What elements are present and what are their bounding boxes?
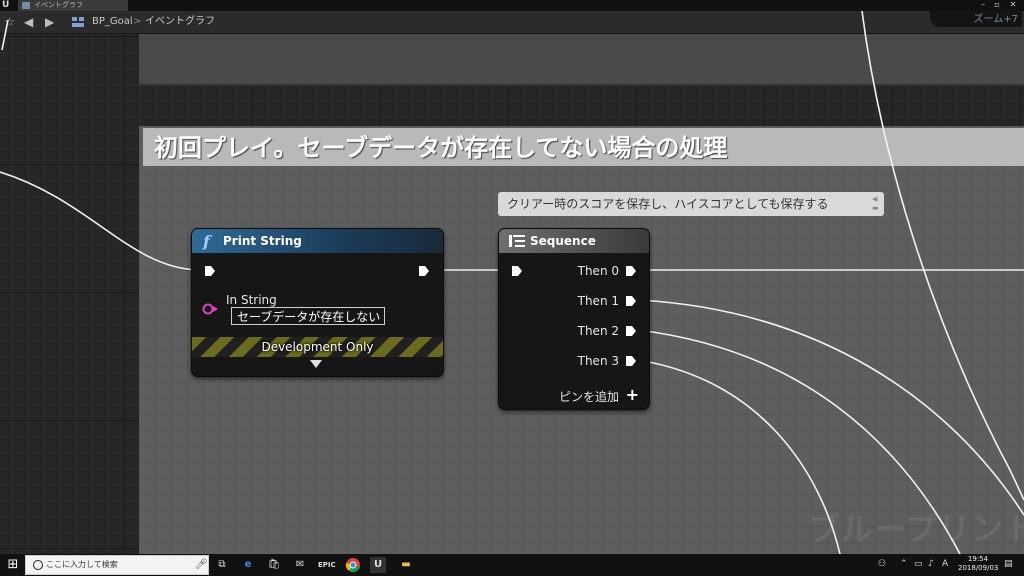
sequence-title: Sequence <box>530 234 596 248</box>
exec-wire-incoming <box>0 171 199 271</box>
in-string-input[interactable]: セーブデータが存在しない <box>231 307 385 325</box>
store-icon[interactable]: 🛍︎ <box>266 557 282 573</box>
then-0-label: Then 0 <box>577 264 619 278</box>
function-icon: f <box>203 232 210 251</box>
add-pin-label[interactable]: ピンを追加 <box>559 390 619 404</box>
then-3-label: Then 3 <box>577 354 619 368</box>
development-only-label: Development Only <box>261 340 374 354</box>
then-2-pin-icon[interactable] <box>625 325 637 337</box>
exec-wire-then2 <box>637 329 961 555</box>
exec-wire-then1 <box>637 299 1024 516</box>
tray-expand-icon[interactable]: ⌃ <box>900 558 908 570</box>
then-2-label: Then 2 <box>577 324 619 338</box>
then-0-pin-icon[interactable] <box>625 265 637 277</box>
chrome-icon[interactable] <box>345 557 361 573</box>
tray-clock-time[interactable]: 19:54 <box>958 555 998 564</box>
sequence-icon <box>509 235 525 247</box>
notification-center-icon[interactable]: ▤ <box>1004 558 1013 570</box>
file-explorer-icon[interactable]: ▬ <box>398 557 414 573</box>
mail-icon[interactable]: ✉ <box>292 557 308 573</box>
task-view-icon[interactable]: ⧉ <box>214 557 230 573</box>
node-comment-bubble[interactable]: クリアー時のスコアを保存し、ハイスコアとしても保存する <box>498 192 884 216</box>
sequence-exec-input-pin-icon[interactable] <box>511 265 523 277</box>
sequence-node[interactable]: Sequence Then 0 Then 1 Then 2 Then 3 ピンを… <box>498 228 650 410</box>
cortana-circle-icon <box>33 560 43 570</box>
comment-pin-icon[interactable]: ◀ ▬ <box>872 195 882 213</box>
people-icon[interactable]: ⚇ <box>878 558 886 570</box>
taskbar-search-placeholder: ここに入力して検索 <box>46 560 118 569</box>
volume-icon[interactable]: ♪ <box>928 558 934 570</box>
ime-icon[interactable]: A <box>942 558 948 570</box>
edge-browser-icon[interactable]: e <box>240 557 256 573</box>
tray-clock-date[interactable]: 2018/09/03 <box>958 564 998 573</box>
exec-wire-upper-left <box>1 19 9 51</box>
exec-wire-then3 <box>637 359 841 555</box>
add-pin-plus-icon[interactable]: + <box>626 387 639 403</box>
network-icon[interactable]: ▭ <box>914 558 923 570</box>
then-3-pin-icon[interactable] <box>625 355 637 367</box>
then-1-pin-icon[interactable] <box>625 295 637 307</box>
epic-launcher-icon[interactable]: EPIC <box>318 557 336 573</box>
unreal-editor-taskbar-icon[interactable]: U <box>370 557 386 573</box>
print-string-title: Print String <box>223 234 302 248</box>
then-1-label: Then 1 <box>577 294 619 308</box>
in-string-label: In String <box>226 293 277 307</box>
exec-wire-upper-right <box>861 10 1024 501</box>
print-string-node[interactable]: f Print String In String セーブデータが存在しない De… <box>191 228 444 377</box>
exec-output-pin-icon[interactable] <box>418 265 430 277</box>
expand-arrow-icon[interactable] <box>310 360 322 368</box>
string-input-pin-icon[interactable] <box>202 303 220 315</box>
exec-input-pin-icon[interactable] <box>204 265 216 277</box>
microphone-icon[interactable]: 🎤︎ <box>195 558 208 572</box>
windows-start-icon[interactable]: ⊞ <box>4 556 22 574</box>
